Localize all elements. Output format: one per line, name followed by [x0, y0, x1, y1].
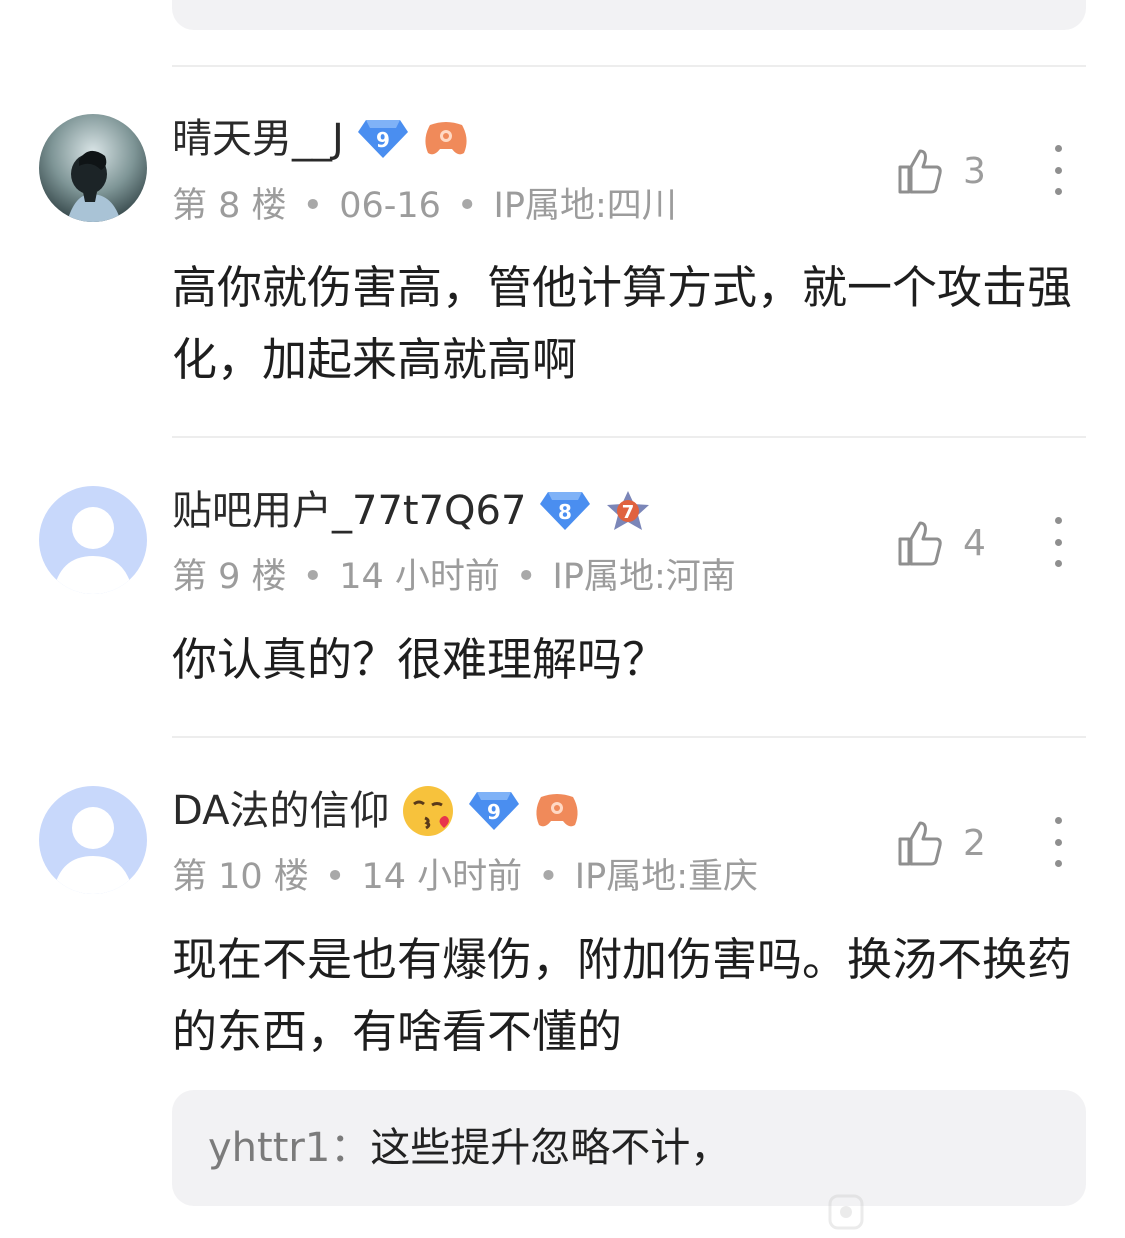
level-number: 9 — [376, 128, 390, 152]
level-badge: 9 — [356, 116, 410, 162]
floor-number: 第 8 楼 — [172, 186, 287, 226]
thumb-up-icon — [898, 149, 942, 194]
separator-dot: • — [515, 557, 537, 597]
more-vertical-icon — [1054, 817, 1062, 824]
post-time: 14 小时前 — [339, 557, 500, 597]
divider — [172, 736, 1086, 738]
watermark-logo-icon — [828, 1194, 864, 1230]
reply-line: yhttr1：这些提升忽略不计， — [208, 1120, 730, 1176]
avatar[interactable] — [39, 114, 147, 222]
post-content: 高你就伤害高，管他计算方式，就一个攻击强化，加起来高就高啊 — [172, 261, 1073, 386]
watermark — [828, 1190, 864, 1234]
more-options-button[interactable] — [1048, 817, 1068, 867]
more-vertical-icon — [1054, 517, 1062, 524]
reply-separator: ： — [330, 1125, 371, 1171]
username[interactable]: DA法的信仰 9 — [172, 784, 581, 838]
more-options-button[interactable] — [1048, 145, 1068, 195]
username-text[interactable]: 晴天男__J — [172, 112, 344, 166]
post-time: 06-16 — [339, 186, 441, 226]
separator-dot: • — [456, 186, 478, 226]
like-button[interactable]: 4 — [897, 518, 986, 568]
level-badge: 9 — [467, 788, 521, 834]
reply-preview-card[interactable]: yhttr1：这些提升忽略不计， — [172, 1090, 1086, 1206]
separator-dot: • — [538, 857, 559, 897]
extra-badge-number: 7 — [622, 502, 635, 523]
level-number: 9 — [488, 800, 502, 824]
username[interactable]: 贴吧用户_77t7Q67 8 7 — [172, 484, 652, 538]
ip-location: IP属地:重庆 — [574, 857, 759, 897]
reply-text: 这些提升忽略不计， — [370, 1125, 731, 1171]
previous-reply-card[interactable] — [172, 0, 1086, 30]
more-options-button[interactable] — [1048, 517, 1068, 567]
more-vertical-icon — [1054, 145, 1062, 152]
gamepad-icon — [422, 119, 470, 159]
divider — [172, 65, 1086, 67]
like-count: 2 — [963, 822, 986, 864]
username[interactable]: 晴天男__J 9 — [172, 112, 470, 166]
post-content: 现在不是也有爆伤，附加伤害吗。换汤不换药的东西，有啥看不懂的 — [172, 933, 1073, 1058]
like-count: 4 — [963, 522, 986, 564]
default-avatar[interactable] — [39, 786, 147, 894]
floor-number: 第 9 楼 — [172, 557, 287, 597]
star-badge-icon: 7 — [604, 489, 652, 533]
separator-dot: • — [324, 857, 346, 897]
ip-location: IP属地:四川 — [493, 186, 677, 226]
post-time: 14 小时前 — [361, 857, 523, 897]
comment-list: 晴天男__J 9 第 8 楼 • 06-16 • IP属地:四川 3 高你就伤害高，管他… — [0, 0, 1125, 1238]
divider — [172, 436, 1086, 438]
kiss-emoji — [401, 784, 455, 838]
reply-author[interactable]: yhttr1 — [208, 1125, 330, 1171]
username-text[interactable]: DA法的信仰 — [172, 784, 389, 838]
ip-location: IP属地:河南 — [552, 557, 736, 597]
separator-dot: • — [302, 557, 324, 597]
like-button[interactable]: 3 — [897, 146, 986, 196]
like-count: 3 — [963, 150, 986, 192]
thumb-up-icon — [898, 521, 942, 566]
level-number: 8 — [558, 500, 572, 524]
floor-number: 第 10 楼 — [172, 857, 309, 897]
like-button[interactable]: 2 — [897, 818, 986, 868]
post-meta: 第 8 楼 • 06-16 • IP属地:四川 — [172, 182, 677, 230]
default-avatar[interactable] — [39, 486, 147, 594]
thumb-up-icon — [898, 821, 942, 866]
username-text[interactable]: 贴吧用户_77t7Q67 — [172, 484, 526, 538]
post-meta: 第 9 楼 • 14 小时前 • IP属地:河南 — [172, 553, 736, 601]
level-badge: 8 — [538, 488, 592, 534]
gamepad-icon — [533, 791, 581, 831]
separator-dot: • — [302, 186, 324, 226]
post-meta: 第 10 楼 • 14 小时前 • IP属地:重庆 — [172, 853, 758, 901]
post-content: 你认真的？很难理解吗？ — [172, 633, 668, 686]
